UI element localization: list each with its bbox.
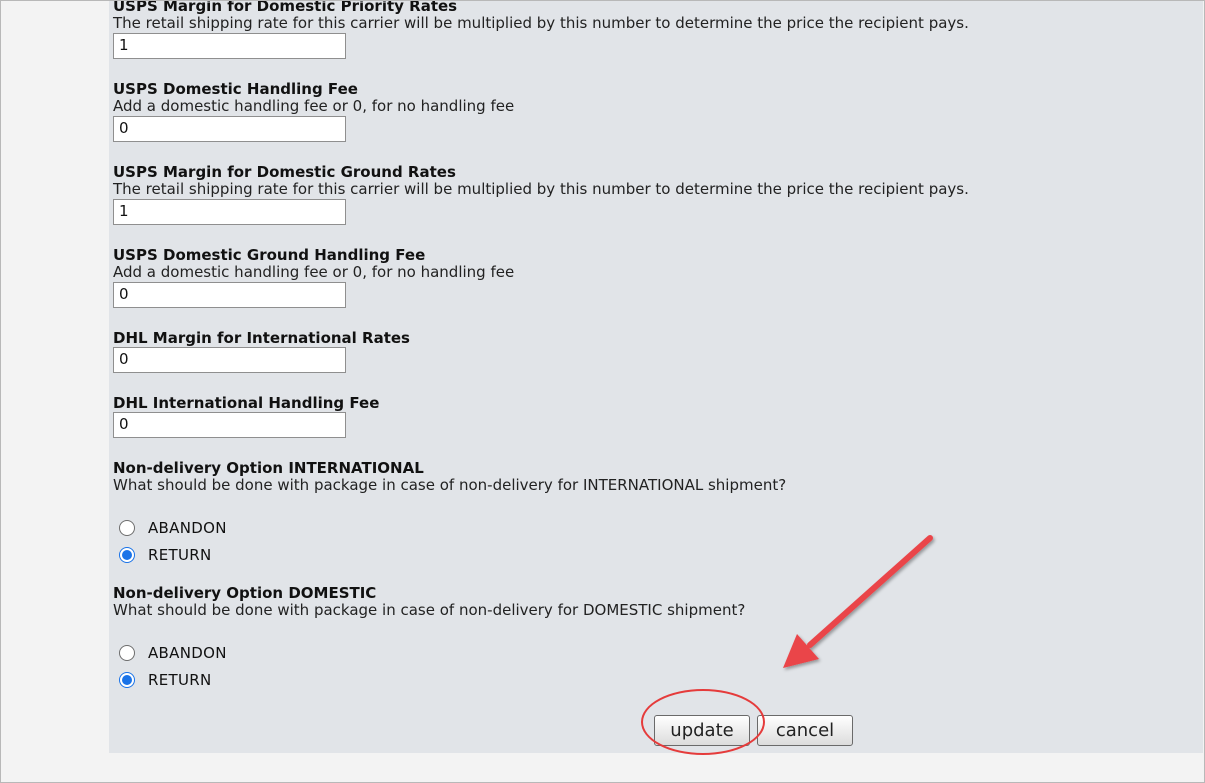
- field-title: Non-delivery Option INTERNATIONAL: [113, 459, 424, 477]
- field-description: What should be done with package in case…: [113, 601, 746, 619]
- dhl-international-margin-section: DHL Margin for International Rates: [113, 330, 410, 347]
- radio-label: RETURN: [148, 546, 212, 564]
- radio-button-selected[interactable]: [119, 672, 135, 688]
- radio-button-selected[interactable]: [119, 547, 135, 563]
- nondelivery-international-section: Non-delivery Option INTERNATIONAL What s…: [113, 460, 786, 494]
- dhl-international-handling-section: DHL International Handling Fee: [113, 395, 379, 412]
- update-button[interactable]: update: [654, 715, 750, 746]
- dhl-international-margin-input[interactable]: 0: [113, 347, 346, 373]
- usps-priority-margin-section: USPS Margin for Domestic Priority Rates …: [113, 0, 969, 32]
- field-title: USPS Domestic Ground Handling Fee: [113, 246, 426, 264]
- field-description: The retail shipping rate for this carrie…: [113, 14, 969, 32]
- radio-button[interactable]: [119, 645, 135, 661]
- radio-label: ABANDON: [148, 519, 227, 537]
- radio-domestic-abandon[interactable]: ABANDON: [119, 643, 227, 663]
- radio-international-return[interactable]: RETURN: [119, 545, 212, 565]
- radio-button[interactable]: [119, 520, 135, 536]
- usps-priority-margin-input[interactable]: 1: [113, 33, 346, 59]
- nondelivery-domestic-section: Non-delivery Option DOMESTIC What should…: [113, 585, 745, 619]
- field-description: Add a domestic handling fee or 0, for no…: [113, 97, 515, 115]
- field-description: Add a domestic handling fee or 0, for no…: [113, 263, 515, 281]
- radio-domestic-return[interactable]: RETURN: [119, 670, 212, 690]
- field-title: DHL Margin for International Rates: [113, 329, 410, 347]
- cancel-button[interactable]: cancel: [757, 715, 853, 746]
- usps-ground-handling-section: USPS Domestic Ground Handling Fee Add a …: [113, 247, 514, 281]
- usps-ground-margin-section: USPS Margin for Domestic Ground Rates Th…: [113, 164, 969, 198]
- field-title: USPS Margin for Domestic Ground Rates: [113, 163, 456, 181]
- field-title: Non-delivery Option DOMESTIC: [113, 584, 377, 602]
- dhl-international-handling-input[interactable]: 0: [113, 412, 346, 438]
- radio-label: ABANDON: [148, 644, 227, 662]
- usps-domestic-handling-section: USPS Domestic Handling Fee Add a domesti…: [113, 81, 514, 115]
- field-description: The retail shipping rate for this carrie…: [113, 180, 969, 198]
- usps-ground-handling-input[interactable]: 0: [113, 282, 346, 308]
- radio-international-abandon[interactable]: ABANDON: [119, 518, 227, 538]
- field-description: What should be done with package in case…: [113, 476, 787, 494]
- field-title: USPS Domestic Handling Fee: [113, 80, 358, 98]
- field-title: DHL International Handling Fee: [113, 394, 380, 412]
- usps-domestic-handling-input[interactable]: 0: [113, 116, 346, 142]
- usps-ground-margin-input[interactable]: 1: [113, 199, 346, 225]
- field-title: USPS Margin for Domestic Priority Rates: [113, 0, 458, 15]
- radio-label: RETURN: [148, 671, 212, 689]
